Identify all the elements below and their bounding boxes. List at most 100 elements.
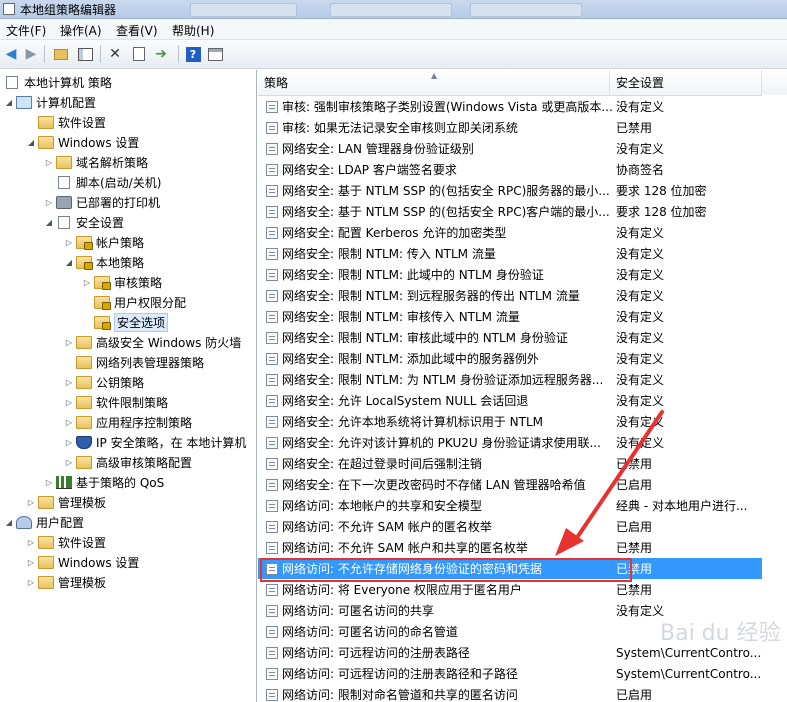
tree-windows-settings[interactable]: ◢ Windows 设置 bbox=[26, 132, 139, 152]
table-row[interactable]: 网络访问: 不允许存储网络身份验证的密码和凭据 已禁用 bbox=[258, 558, 762, 579]
tree-security-settings[interactable]: ◢ 安全设置 bbox=[44, 212, 124, 232]
tree-deployed-printers[interactable]: ▷ 已部署的打印机 bbox=[44, 192, 160, 212]
table-row[interactable]: 网络安全: 允许 LocalSystem NULL 会话回退 没有定义 bbox=[258, 390, 762, 411]
tree-firewall[interactable]: ▷ 高级安全 Windows 防火墙 bbox=[64, 332, 241, 352]
tree-security-options[interactable]: 安全选项 bbox=[82, 312, 169, 332]
menu-view[interactable]: 查看(V) bbox=[114, 21, 160, 40]
export-icon[interactable]: ➔ bbox=[152, 45, 170, 63]
folder-up-icon[interactable] bbox=[52, 45, 70, 63]
collapsed-arrow-icon[interactable]: ▷ bbox=[44, 198, 54, 207]
table-row[interactable]: 审核: 强制审核策略子类别设置(Windows Vista 或更高版本... 没有… bbox=[258, 96, 762, 117]
background-window-tab[interactable] bbox=[330, 3, 452, 17]
expanded-arrow-icon[interactable]: ◢ bbox=[64, 258, 74, 267]
table-row[interactable]: 网络安全: 限制 NTLM: 审核此域中的 NTLM 身份验证 没有定义 bbox=[258, 327, 762, 348]
table-row[interactable]: 网络访问: 将 Everyone 权限应用于匿名用户 已禁用 bbox=[258, 579, 762, 600]
column-header-setting[interactable]: 安全设置 bbox=[610, 70, 762, 95]
tree-computer-config[interactable]: ◢ 计算机配置 bbox=[4, 92, 96, 112]
collapsed-arrow-icon[interactable]: ▷ bbox=[64, 458, 74, 467]
tree-user-config[interactable]: ◢ 用户配置 bbox=[4, 512, 84, 532]
collapsed-arrow-icon[interactable]: ▷ bbox=[64, 378, 74, 387]
table-row[interactable]: 网络安全: 在下一次更改密码时不存储 LAN 管理器哈希值 已启用 bbox=[258, 474, 762, 495]
tree-software-settings[interactable]: 软件设置 bbox=[26, 112, 106, 132]
table-row[interactable]: 网络安全: 允许本地系统将计算机标识用于 NTLM 没有定义 bbox=[258, 411, 762, 432]
expanded-arrow-icon[interactable]: ◢ bbox=[4, 98, 14, 107]
table-row[interactable]: 网络安全: 基于 NTLM SSP 的(包括安全 RPC)服务器的最小... 要求… bbox=[258, 180, 762, 201]
expanded-arrow-icon[interactable]: ◢ bbox=[26, 138, 36, 147]
tree-pane[interactable]: 本地计算机 策略 ◢ 计算机配置 软件设置 ◢ Windows 设置 ▷ 域名解析策略… bbox=[0, 70, 257, 702]
table-row[interactable]: 网络安全: 限制 NTLM: 为 NTLM 身份验证添加远程服务器... 没有定义 bbox=[258, 369, 762, 390]
tree-name-resolution[interactable]: ▷ 域名解析策略 bbox=[44, 152, 148, 172]
table-row[interactable]: 网络安全: 限制 NTLM: 此域中的 NTLM 身份验证 没有定义 bbox=[258, 264, 762, 285]
collapsed-arrow-icon[interactable]: ▷ bbox=[64, 418, 74, 427]
table-row[interactable]: 审核: 如果无法记录安全审核则立即关闭系统 已禁用 bbox=[258, 117, 762, 138]
tree-user-rights[interactable]: 用户权限分配 bbox=[82, 292, 186, 312]
policy-item-icon bbox=[266, 688, 278, 701]
table-row[interactable]: 网络安全: 限制 NTLM: 审核传入 NTLM 流量 没有定义 bbox=[258, 306, 762, 327]
tree-root[interactable]: 本地计算机 策略 bbox=[4, 72, 112, 92]
table-row[interactable]: 网络安全: 在超过登录时间后强制注销 已禁用 bbox=[258, 453, 762, 474]
tree-user-admin-templates[interactable]: ▷ 管理模板 bbox=[26, 572, 106, 592]
tree-software-restriction[interactable]: ▷ 软件限制策略 bbox=[64, 392, 168, 412]
table-row[interactable]: 网络访问: 不允许 SAM 帐户和共享的匿名枚举 已禁用 bbox=[258, 537, 762, 558]
tree-local-policies[interactable]: ◢ 本地策略 bbox=[64, 252, 144, 272]
table-row[interactable]: 网络安全: 配置 Kerberos 允许的加密类型 没有定义 bbox=[258, 222, 762, 243]
table-row[interactable]: 网络访问: 本地帐户的共享和安全模型 经典 - 对本地用户进行... bbox=[258, 495, 762, 516]
menu-action[interactable]: 操作(A) bbox=[58, 21, 104, 40]
delete-icon[interactable]: ✕ bbox=[106, 45, 124, 63]
tree-account-policies[interactable]: ▷ 帐户策略 bbox=[64, 232, 144, 252]
collapsed-arrow-icon[interactable]: ▷ bbox=[64, 338, 74, 347]
collapsed-arrow-icon[interactable]: ▷ bbox=[64, 438, 74, 447]
expanded-arrow-icon[interactable]: ◢ bbox=[44, 218, 54, 227]
policy-list-pane[interactable]: 策略 ▲ 安全设置 审核: 强制审核策略子类别设置(Windows Vista … bbox=[258, 70, 787, 702]
view-icon[interactable] bbox=[206, 45, 224, 63]
tree-user-windows-settings[interactable]: ▷ Windows 设置 bbox=[26, 552, 139, 572]
collapsed-arrow-icon[interactable]: ▷ bbox=[44, 478, 54, 487]
back-arrow-icon[interactable]: ◀ bbox=[2, 45, 20, 63]
tree-network-list[interactable]: 网络列表管理器策略 bbox=[64, 352, 204, 372]
table-row[interactable]: 网络访问: 不允许 SAM 帐户的匿名枚举 已启用 bbox=[258, 516, 762, 537]
expanded-arrow-icon[interactable]: ◢ bbox=[4, 518, 14, 527]
table-row[interactable]: 网络安全: 限制 NTLM: 到远程服务器的传出 NTLM 流量 没有定义 bbox=[258, 285, 762, 306]
collapsed-arrow-icon[interactable]: ▷ bbox=[26, 538, 36, 547]
scrollbar[interactable] bbox=[762, 95, 787, 702]
policy-setting: 协商签名 bbox=[616, 163, 665, 177]
tree-admin-templates[interactable]: ▷ 管理模板 bbox=[26, 492, 106, 512]
policy-name: 网络访问: 可远程访问的注册表路径和子路径 bbox=[282, 667, 518, 681]
menu-help[interactable]: 帮助(H) bbox=[170, 21, 216, 40]
tree-advanced-audit[interactable]: ▷ 高级审核策略配置 bbox=[64, 452, 192, 472]
policy-setting: 要求 128 位加密 bbox=[616, 184, 707, 198]
forward-arrow-icon[interactable]: ▶ bbox=[22, 45, 40, 63]
table-row[interactable]: 网络安全: 允许对该计算机的 PKU2U 身份验证请求使用联... 没有定义 bbox=[258, 432, 762, 453]
table-row[interactable]: 网络安全: LAN 管理器身份验证级别 没有定义 bbox=[258, 138, 762, 159]
collapsed-arrow-icon[interactable]: ▷ bbox=[44, 158, 54, 167]
collapsed-arrow-icon[interactable]: ▷ bbox=[82, 278, 92, 287]
tree-ipsec[interactable]: ▷ IP 安全策略，在 本地计算机 bbox=[64, 432, 246, 452]
collapsed-arrow-icon[interactable]: ▷ bbox=[26, 558, 36, 567]
tree-user-software-settings[interactable]: ▷ 软件设置 bbox=[26, 532, 106, 552]
tree-app-control[interactable]: ▷ 应用程序控制策略 bbox=[64, 412, 192, 432]
tree-qos[interactable]: ▷ 基于策略的 QoS bbox=[44, 472, 164, 492]
collapsed-arrow-icon[interactable]: ▷ bbox=[26, 498, 36, 507]
tree-audit-policy[interactable]: ▷ 审核策略 bbox=[82, 272, 162, 292]
policy-setting: System\CurrentContro... bbox=[616, 645, 762, 660]
tree-public-key[interactable]: ▷ 公钥策略 bbox=[64, 372, 144, 392]
background-window-tab[interactable] bbox=[470, 3, 582, 17]
background-window-tab[interactable] bbox=[190, 3, 297, 17]
tree-scripts[interactable]: 脚本(启动/关机) bbox=[44, 172, 161, 192]
show-hide-tree-icon[interactable] bbox=[76, 45, 94, 63]
table-row[interactable]: 网络安全: LDAP 客户端签名要求 协商签名 bbox=[258, 159, 762, 180]
policy-name: 网络安全: 限制 NTLM: 为 NTLM 身份验证添加远程服务器... bbox=[282, 373, 604, 387]
menu-file[interactable]: 文件(F) bbox=[4, 21, 48, 40]
folder-icon bbox=[38, 535, 54, 549]
table-row[interactable]: 网络安全: 基于 NTLM SSP 的(包括安全 RPC)客户端的最小... 要求… bbox=[258, 201, 762, 222]
table-row[interactable]: 网络安全: 限制 NTLM: 添加此域中的服务器例外 没有定义 bbox=[258, 348, 762, 369]
collapsed-arrow-icon[interactable]: ▷ bbox=[64, 238, 74, 247]
collapsed-arrow-icon[interactable]: ▷ bbox=[26, 578, 36, 587]
table-row[interactable]: 网络访问: 限制对命名管道和共享的匿名访问 已启用 bbox=[258, 684, 762, 702]
policy-item-icon bbox=[266, 289, 278, 302]
collapsed-arrow-icon[interactable]: ▷ bbox=[64, 398, 74, 407]
help-icon[interactable]: ? bbox=[184, 45, 202, 63]
table-row[interactable]: 网络访问: 可远程访问的注册表路径和子路径 System\CurrentContr… bbox=[258, 663, 762, 684]
table-row[interactable]: 网络安全: 限制 NTLM: 传入 NTLM 流量 没有定义 bbox=[258, 243, 762, 264]
properties-icon[interactable] bbox=[130, 45, 148, 63]
